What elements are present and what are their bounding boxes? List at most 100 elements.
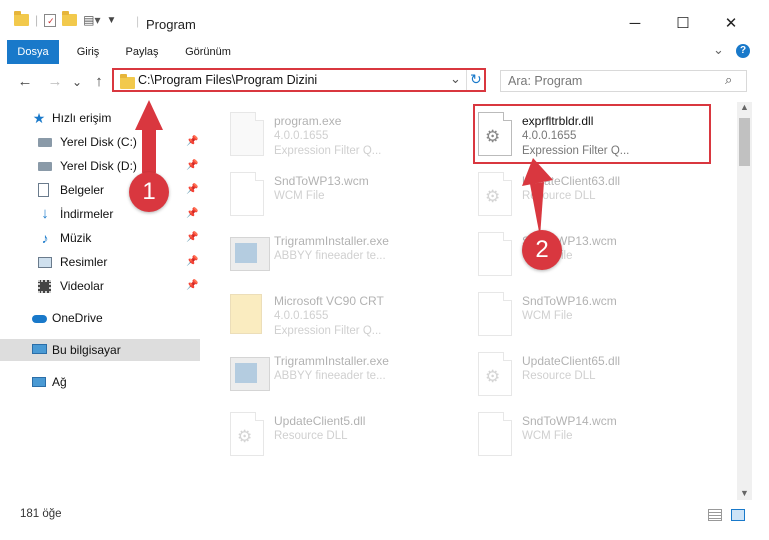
sidebar-item-videos[interactable]: Videolar 📌 (0, 275, 200, 297)
step-badge-1: 1 (129, 172, 169, 212)
file-tile[interactable]: SndToWP14.wcm WCM File (478, 408, 718, 462)
sidebar-item-label: Müzik (60, 231, 92, 245)
step-badge-2: 2 (522, 230, 562, 270)
folder-icon (14, 11, 29, 26)
sidebar-item-label: OneDrive (52, 311, 103, 325)
recent-locations-button[interactable]: ⌄ (66, 72, 88, 92)
quick-access-toolbar: | ✓ ▤▾ ▼ (14, 11, 117, 27)
address-bar[interactable]: C:\Program Files\Program Dizini ⌄ ↻ (112, 68, 486, 92)
help-icon[interactable]: ? (736, 44, 750, 58)
search-input[interactable]: Ara: Program ⌕ (500, 70, 747, 92)
sidebar-item-label: Yerel Disk (D:) (60, 159, 137, 173)
pin-icon: 📌 (186, 208, 199, 219)
new-folder-icon[interactable] (62, 11, 78, 26)
file-name: SndToWP14.wcm (522, 414, 617, 428)
vertical-scrollbar[interactable]: ▲ ▼ (737, 102, 752, 500)
file-name: UpdateClient5.dll (274, 414, 366, 428)
file-name: program.exe (274, 114, 342, 128)
file-tile[interactable]: Microsoft VC90 CRT 4.0.0.1655 Expression… (230, 288, 470, 342)
scroll-down-icon[interactable]: ▼ (740, 488, 749, 498)
maximize-button[interactable]: ☐ (660, 9, 706, 39)
sidebar-item-local-disk-c[interactable]: Yerel Disk (C:) 📌 (0, 131, 200, 153)
pin-icon: 📌 (186, 160, 199, 171)
drive-icon (38, 135, 52, 149)
sidebar-item-downloads[interactable]: ↓ İndirmeler 📌 (0, 203, 200, 225)
view-options-icon[interactable]: ▤▾ (83, 13, 100, 27)
sidebar-item-label: Yerel Disk (C:) (60, 135, 137, 149)
scrollbar-thumb[interactable] (739, 118, 750, 166)
details-view-icon[interactable] (708, 509, 722, 521)
sidebar-item-music[interactable]: ♪ Müzik 📌 (0, 227, 200, 249)
file-type: WCM File (274, 190, 325, 202)
file-type: WCM File (522, 310, 573, 322)
sidebar-item-local-disk-d[interactable]: Yerel Disk (D:) 📌 (0, 155, 200, 177)
navigation-pane: ★ Hızlı erişim Yerel Disk (C:) 📌 Yerel D… (0, 102, 200, 500)
pin-icon: 📌 (186, 136, 199, 147)
tab-view[interactable]: Görünüm (176, 40, 240, 64)
sidebar-item-this-pc[interactable]: Bu bilgisayar (0, 339, 200, 361)
sidebar-item-label: Belgeler (60, 183, 105, 197)
back-button[interactable]: ← (14, 72, 36, 92)
file-icon (478, 232, 516, 278)
sidebar-item-quick-access[interactable]: ★ Hızlı erişim (0, 107, 200, 129)
folder-icon (120, 74, 135, 89)
drive-icon (38, 159, 52, 173)
file-type: Resource DLL (522, 190, 596, 202)
sidebar-item-label: Resimler (60, 255, 108, 269)
tab-home[interactable]: Giriş (66, 40, 110, 64)
folder-file-icon (230, 292, 268, 338)
sidebar-item-pictures[interactable]: Resimler 📌 (0, 251, 200, 273)
close-button[interactable]: ✕ (708, 9, 754, 39)
sidebar-item-documents[interactable]: Belgeler 📌 (0, 179, 200, 201)
search-icon[interactable]: ⌕ (725, 72, 732, 88)
file-tile[interactable]: TrigrammInstaller.exe ABBYY fineeader te… (230, 348, 470, 402)
file-version: 4.0.0.1655 (274, 310, 329, 322)
pictures-icon (38, 255, 52, 269)
highlight-box-dll (473, 104, 711, 164)
tab-share[interactable]: Paylaş (116, 40, 168, 64)
ribbon-tabs: Dosya Giriş Paylaş Görünüm ⌄ ? (0, 40, 769, 65)
videos-icon (38, 279, 52, 293)
tab-file[interactable]: Dosya (7, 40, 59, 64)
item-count: 181 öğe (20, 508, 62, 520)
minimize-button[interactable]: ─ (612, 9, 658, 39)
address-path: C:\Program Files\Program Dizini (138, 73, 318, 87)
address-dropdown-icon[interactable]: ⌄ (450, 71, 461, 87)
file-tile[interactable]: SndToWP13.wcm WCM File (478, 228, 718, 282)
title-bar: | ✓ ▤▾ ▼ | Program ─ ☐ ✕ (0, 0, 769, 44)
file-tile[interactable]: ⚙ UpdateClient63.dll Resource DLL (478, 168, 718, 222)
file-name: SndToWP16.wcm (522, 294, 617, 308)
file-description: ABBYY fineeader te... (274, 250, 386, 262)
pin-icon: 📌 (186, 280, 199, 291)
file-tile[interactable]: ⚙ UpdateClient65.dll Resource DLL (478, 348, 718, 402)
dll-icon: ⚙ (230, 412, 268, 458)
file-description: Expression Filter Q... (274, 145, 382, 157)
download-icon: ↓ (41, 205, 49, 222)
up-button[interactable]: ↑ (88, 72, 110, 92)
app-icon (230, 352, 270, 398)
network-icon (32, 375, 46, 389)
refresh-icon[interactable]: ↻ (470, 71, 482, 88)
sidebar-item-label: İndirmeler (60, 207, 114, 221)
status-bar: 181 öğe (0, 500, 769, 540)
file-tile[interactable]: TrigrammInstaller.exe ABBYY fineeader te… (230, 228, 470, 282)
music-icon: ♪ (41, 230, 49, 246)
scroll-up-icon[interactable]: ▲ (740, 102, 749, 112)
file-tile[interactable]: program.exe 4.0.0.1655 Expression Filter… (230, 108, 470, 162)
file-name: SndToWP13.wcm (274, 174, 369, 188)
sidebar-item-onedrive[interactable]: OneDrive (0, 307, 200, 329)
properties-icon[interactable]: ✓ (44, 13, 57, 27)
pin-icon: 📌 (186, 232, 199, 243)
customize-qat-icon[interactable]: ▼ (107, 15, 117, 26)
file-tile[interactable]: SndToWP13.wcm WCM File (230, 168, 470, 222)
sidebar-item-label: Hızlı erişim (52, 111, 112, 125)
large-icons-view-icon[interactable] (731, 509, 745, 521)
sidebar-item-network[interactable]: Ağ (0, 371, 200, 393)
ribbon-expand-icon[interactable]: ⌄ (713, 42, 724, 58)
forward-button[interactable]: → (44, 72, 66, 92)
file-icon (230, 172, 268, 218)
file-tile[interactable]: SndToWP16.wcm WCM File (478, 288, 718, 342)
search-placeholder: Ara: Program (508, 74, 583, 88)
file-tile[interactable]: ⚙ UpdateClient5.dll Resource DLL (230, 408, 470, 462)
file-version: 4.0.0.1655 (274, 130, 329, 142)
